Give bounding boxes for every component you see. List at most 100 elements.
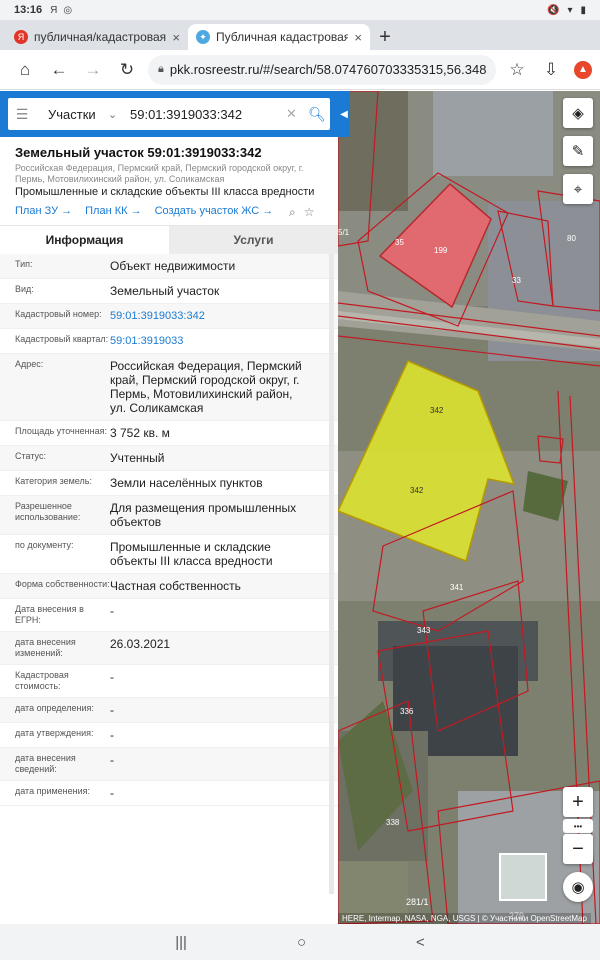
compass-button[interactable]: ◉ xyxy=(563,872,593,902)
sync-notification-icon: ◎ xyxy=(63,4,73,16)
map-satellite-layer xyxy=(338,91,600,924)
favorite-star-icon[interactable]: ☆ xyxy=(304,205,315,220)
basemap-switcher[interactable] xyxy=(499,853,547,901)
search-icon[interactable]: 🔍︎ xyxy=(304,106,330,123)
attribute-value: Земельный участок xyxy=(110,284,220,298)
map-label: 80 xyxy=(567,234,576,243)
tab-services[interactable]: Услуги xyxy=(169,226,338,254)
panel-scrollbar[interactable] xyxy=(329,254,334,894)
map-label: 343 xyxy=(417,626,431,635)
attribute-value: - xyxy=(110,703,114,717)
table-row: Кадастровый квартал: 59:01:3919033 xyxy=(0,329,338,354)
map-attribution: HERE, Intermap, NASA, NGA, USGS | © Учас… xyxy=(338,913,591,924)
info-tabs: Информация Услуги xyxy=(0,225,338,254)
battery-icon: ▮ xyxy=(580,4,586,16)
download-icon[interactable]: ⇩ xyxy=(534,53,568,87)
attribute-label: Площадь уточненная: xyxy=(15,426,107,436)
tab-information[interactable]: Информация xyxy=(0,226,169,254)
attribute-label: Кадастровый номер: xyxy=(15,309,102,319)
back-nav-button[interactable]: < xyxy=(416,934,425,951)
close-tab-icon[interactable]: × xyxy=(354,30,362,45)
protect-shield-icon[interactable]: ▲ xyxy=(574,60,592,79)
table-row: дата определения: - xyxy=(0,698,338,723)
attribute-value: Учтенный xyxy=(110,451,165,465)
map-label: 35 xyxy=(395,238,404,247)
plan-zu-link[interactable]: План ЗУ → xyxy=(15,205,72,217)
attribute-link[interactable]: 59:01:3919033 xyxy=(110,334,305,348)
table-row: Форма собственности: Частная собственност… xyxy=(0,574,338,599)
table-row: по документу: Промышленные и складские об… xyxy=(0,535,338,574)
back-button[interactable]: ← xyxy=(42,53,76,87)
status-bar: 13:16 Я ◎ 🔇 ▾ ▮ xyxy=(0,0,600,20)
info-panel: ☰ Участки ⌄ 59:01:3919033:342 ✕ 🔍︎ Земел… xyxy=(0,91,338,924)
attribute-value: 26.03.2021 xyxy=(110,637,171,651)
object-address: Российская Федерация, Пермский край, Пер… xyxy=(15,163,304,184)
collapse-panel-button[interactable]: ◀ xyxy=(338,91,350,137)
attribute-label: дата определения: xyxy=(15,703,94,713)
attribute-value: - xyxy=(110,753,114,767)
map-label: 281/1 xyxy=(406,897,429,907)
new-tab-button[interactable]: + xyxy=(370,24,400,50)
plan-kk-link[interactable]: План КК → xyxy=(85,205,141,217)
attribute-link[interactable]: 59:01:3919033:342 xyxy=(110,309,305,323)
map-label: 33 xyxy=(512,276,521,285)
zoom-out-button[interactable]: − xyxy=(563,834,593,864)
home-nav-button[interactable]: ○ xyxy=(297,934,306,951)
attribute-label: Статус: xyxy=(15,451,46,461)
chevron-down-icon[interactable]: ⌄ xyxy=(108,108,124,121)
table-row: Площадь уточненная: 3 752 кв. м xyxy=(0,421,338,446)
tab-title: Публичная кадастровая xyxy=(216,30,349,44)
address-bar[interactable]: 🔒︎ pkk.rosreestr.ru/#/search/58.07476070… xyxy=(148,54,496,85)
object-title: Земельный участок 59:01:3919033:342 xyxy=(15,145,262,160)
attribute-label: Дата внесения в ЕГРН: xyxy=(15,604,84,625)
attribute-value: Частная собственность xyxy=(110,579,241,593)
zoom-more-button[interactable]: ••• xyxy=(563,819,593,833)
attribute-label: дата внесения изменений: xyxy=(15,637,76,658)
table-row: Кадастровая стоимость: - xyxy=(0,665,338,698)
attribute-label: Разрешенное использование: xyxy=(15,501,81,522)
layers-button[interactable]: ◈ xyxy=(563,98,593,128)
recent-apps-button[interactable]: ||| xyxy=(175,934,187,951)
attribute-label: по документу: xyxy=(15,540,74,550)
attribute-label: Кадастровая стоимость: xyxy=(15,670,69,691)
attribute-value: - xyxy=(110,728,114,742)
browser-tab-yandex[interactable]: Я публичная/кадастровая × xyxy=(6,24,188,50)
search-box: ☰ Участки ⌄ 59:01:3919033:342 ✕ 🔍︎ xyxy=(8,98,330,130)
attribute-value: Земли населённых пунктов xyxy=(110,476,263,490)
search-type-select[interactable]: Участки xyxy=(36,107,108,122)
rosreestr-favicon-icon: ✦ xyxy=(196,30,210,44)
map-label: 342 xyxy=(410,486,424,495)
locate-button[interactable]: ⌖ xyxy=(563,174,593,204)
attribute-value: - xyxy=(110,604,114,618)
map-label: 342 xyxy=(430,406,444,415)
close-tab-icon[interactable]: × xyxy=(172,30,180,45)
site-info-icon[interactable]: 🔒︎ xyxy=(158,63,164,76)
browser-tab-rosreestr[interactable]: ✦ Публичная кадастровая × xyxy=(188,24,370,50)
search-input[interactable]: 59:01:3919033:342 xyxy=(124,107,286,122)
clear-icon[interactable]: ✕ xyxy=(286,106,304,122)
forward-button[interactable]: → xyxy=(76,53,110,87)
table-row: Тип: Объект недвижимости xyxy=(0,254,338,279)
attribute-value: Объект недвижимости xyxy=(110,259,236,273)
yandex-favicon-icon: Я xyxy=(14,30,28,44)
bookmark-star-icon[interactable]: ☆ xyxy=(500,53,534,87)
zoom-in-button[interactable]: + xyxy=(563,787,593,817)
status-time: 13:16 xyxy=(14,4,43,16)
zoom-to-object-icon[interactable]: ⌕ xyxy=(289,205,296,220)
attribute-label: дата применения: xyxy=(15,786,91,796)
yandex-notification-icon: Я xyxy=(50,4,58,16)
create-parcel-link[interactable]: Создать участок ЖС → xyxy=(155,205,274,217)
wifi-icon: ▾ xyxy=(567,4,573,16)
menu-icon[interactable]: ☰ xyxy=(8,106,36,123)
mute-icon: 🔇 xyxy=(547,4,560,16)
table-row: Вид: Земельный участок xyxy=(0,279,338,304)
table-row: Адрес: Российская Федерация, Пермский кра… xyxy=(0,354,338,421)
tab-title: публичная/кадастровая xyxy=(34,30,167,44)
cadastral-map[interactable]: 35 199 80 33 342 342 341 343 336 338 281… xyxy=(338,91,600,924)
ruler-button[interactable]: ✎ xyxy=(563,136,593,166)
android-nav-bar: ||| ○ < xyxy=(0,924,600,960)
reload-button[interactable]: ↻ xyxy=(110,53,144,87)
home-button[interactable]: ⌂ xyxy=(8,53,42,87)
attribute-value: 3 752 кв. м xyxy=(110,426,170,440)
map-label: 336 xyxy=(400,707,414,716)
